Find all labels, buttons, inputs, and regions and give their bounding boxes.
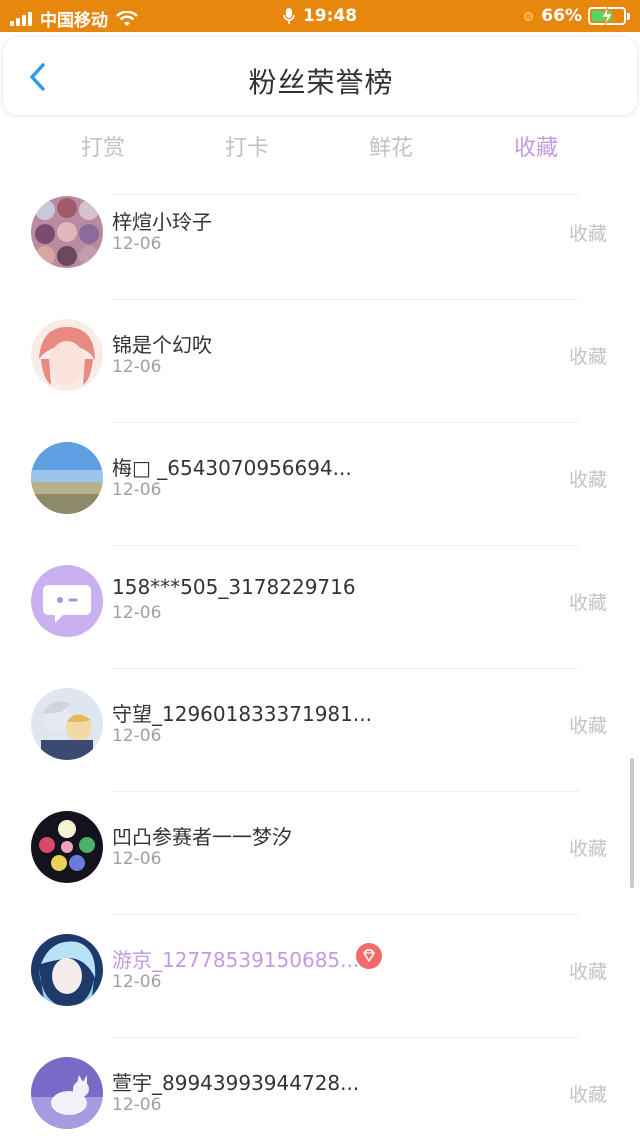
contribution-type: 收藏	[568, 961, 607, 983]
fan-date: 12-06	[112, 480, 162, 500]
contribution-type: 收藏	[568, 1084, 607, 1106]
fan-date: 12-06	[112, 726, 162, 746]
fan-date: 12-06	[112, 603, 162, 623]
list-item[interactable]: 梓煊小玲子 12-06 收藏	[0, 176, 640, 299]
avatar[interactable]	[31, 565, 103, 637]
fan-name: 梅□ _6543070956694...	[112, 456, 352, 480]
divider	[110, 422, 580, 423]
scrollbar[interactable]	[630, 758, 634, 888]
tab-checkin[interactable]: 打卡	[187, 130, 307, 162]
battery-icon	[588, 7, 626, 25]
nav-header: 粉丝荣誉榜	[2, 36, 638, 116]
avatar[interactable]	[31, 196, 103, 268]
list-item[interactable]: 萱宇_89943993944728... 12-06 收藏	[0, 1037, 640, 1138]
divider	[110, 668, 580, 669]
avatar[interactable]	[31, 1057, 103, 1129]
status-right: 66%	[524, 6, 630, 26]
fan-date: 12-06	[112, 234, 162, 254]
contribution-type: 收藏	[568, 838, 607, 860]
fan-name: 守望_129601833371981...	[112, 702, 372, 726]
tab-reward[interactable]: 打赏	[43, 130, 163, 162]
avatar[interactable]	[31, 319, 103, 391]
list-item[interactable]: 158***505_3178229716 12-06 收藏	[0, 545, 640, 668]
avatar[interactable]	[31, 688, 103, 760]
avatar[interactable]	[31, 934, 103, 1006]
tab-favorites[interactable]: 收藏	[476, 130, 596, 162]
divider	[110, 914, 580, 915]
battery-percent: 66%	[541, 6, 582, 26]
divider	[110, 545, 580, 546]
battery-tip	[627, 12, 630, 20]
charging-bolt-icon	[601, 7, 613, 25]
contribution-type: 收藏	[568, 715, 607, 737]
recording-dot-icon	[524, 11, 534, 21]
list-item[interactable]: 守望_129601833371981... 12-06 收藏	[0, 668, 640, 791]
contribution-type: 收藏	[568, 592, 607, 614]
fan-name: 萱宇_89943993944728...	[112, 1071, 360, 1095]
divider	[110, 194, 580, 195]
status-bar: 中国移动 19:48 66%	[0, 0, 640, 32]
contribution-type: 收藏	[568, 223, 607, 245]
divider	[110, 791, 580, 792]
fan-name: 游京_12778539150685...	[112, 948, 360, 972]
avatar[interactable]	[31, 442, 103, 514]
tab-flowers[interactable]: 鲜花	[331, 130, 451, 162]
fan-date: 12-06	[112, 1095, 162, 1115]
page-title: 粉丝荣誉榜	[248, 66, 394, 99]
fan-date: 12-06	[112, 972, 162, 992]
diamond-icon	[363, 949, 375, 962]
diamond-badge-icon	[356, 943, 382, 969]
tab-bar: 打赏 打卡 鲜花 收藏	[0, 128, 640, 164]
divider	[110, 299, 580, 300]
fan-date: 12-06	[112, 357, 162, 377]
clock: 19:48	[302, 6, 358, 26]
fan-name: 梓煊小玲子	[112, 210, 212, 234]
fan-name: 锦是个幻吹	[112, 333, 212, 357]
fan-name: 158***505_3178229716	[112, 575, 356, 599]
divider	[110, 1037, 580, 1038]
list-item[interactable]: 凹凸参赛者一一梦汐 12-06 收藏	[0, 791, 640, 914]
fan-date: 12-06	[112, 849, 162, 869]
microphone-icon	[283, 8, 295, 24]
avatar[interactable]	[31, 811, 103, 883]
list-item[interactable]: 锦是个幻吹 12-06 收藏	[0, 299, 640, 422]
list-item[interactable]: 游京_12778539150685... 12-06 收藏	[0, 914, 640, 1037]
fan-name: 凹凸参赛者一一梦汐	[112, 825, 292, 849]
list-item[interactable]: 梅□ _6543070956694... 12-06 收藏	[0, 422, 640, 545]
contribution-type: 收藏	[568, 346, 607, 368]
contribution-type: 收藏	[568, 469, 607, 491]
